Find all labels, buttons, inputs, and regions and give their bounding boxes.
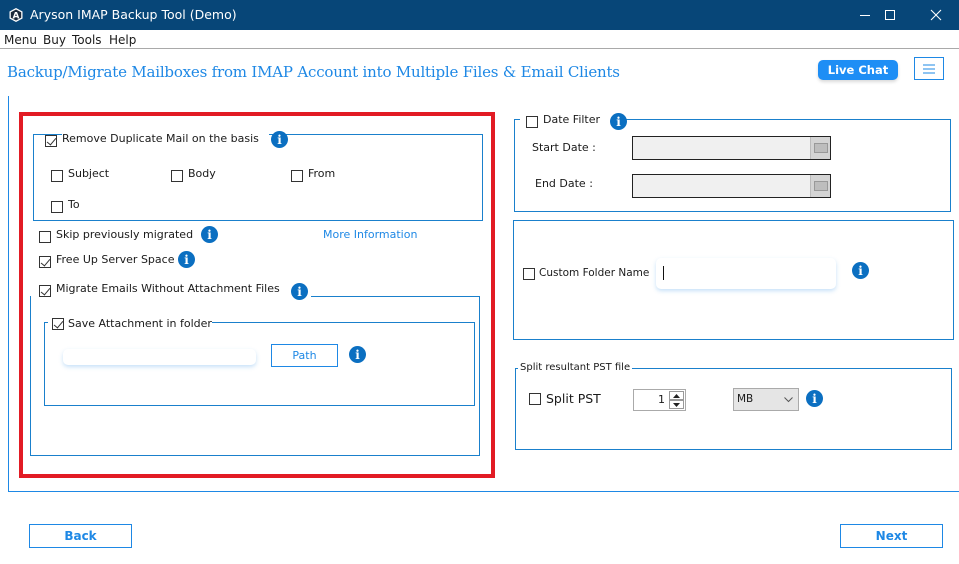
window-title: Aryson IMAP Backup Tool (Demo) (30, 7, 237, 22)
title-bar: A Aryson IMAP Backup Tool (Demo) (0, 0, 959, 30)
menu-item-help[interactable]: Help (109, 33, 136, 47)
skip-migrated-label: Skip previously migrated (56, 228, 194, 241)
next-button[interactable]: Next (840, 524, 943, 548)
split-unit-value: MB (737, 393, 754, 405)
spin-up-button[interactable] (669, 391, 684, 400)
subject-label: Subject (68, 167, 110, 180)
back-button[interactable]: Back (29, 524, 132, 548)
split-unit-select[interactable]: MB (733, 388, 799, 411)
info-icon[interactable]: i (271, 131, 288, 148)
arrow-down-icon (673, 402, 680, 407)
skip-migrated-checkbox[interactable] (39, 231, 51, 243)
svg-text:A: A (13, 12, 20, 22)
menu-bar: Menu Buy Tools Help (0, 30, 959, 49)
split-size-value: 1 (658, 393, 665, 406)
migrate-without-attachment-label: Migrate Emails Without Attachment Files (56, 282, 280, 295)
info-icon[interactable]: i (806, 390, 823, 407)
free-up-space-checkbox[interactable] (39, 256, 51, 268)
split-group-title: Split resultant PST file (518, 362, 633, 373)
live-chat-button[interactable]: Live Chat (818, 60, 898, 80)
remove-duplicate-label: Remove Duplicate Mail on the basis (62, 132, 265, 145)
info-icon[interactable]: i (610, 113, 627, 130)
more-information-link[interactable]: More Information (323, 228, 417, 241)
subject-checkbox[interactable] (51, 170, 63, 182)
chevron-down-icon (784, 397, 793, 403)
info-icon[interactable]: i (201, 226, 218, 243)
menu-item-menu[interactable]: Menu (4, 33, 37, 47)
split-size-spinner[interactable]: 1 (633, 389, 686, 411)
custom-folder-input[interactable] (656, 258, 836, 289)
remove-duplicate-checkbox[interactable] (45, 135, 57, 147)
path-button[interactable]: Path (271, 344, 338, 367)
app-logo-icon: A (9, 8, 23, 22)
body-label: Body (188, 167, 216, 180)
menu-item-tools[interactable]: Tools (72, 33, 102, 47)
custom-folder-label: Custom Folder Name (539, 267, 650, 279)
content-panel-divider (8, 491, 959, 492)
spin-down-button[interactable] (669, 400, 684, 409)
body-checkbox[interactable] (171, 170, 183, 182)
save-attachment-checkbox[interactable] (52, 318, 64, 330)
start-date-label: Start Date : (532, 141, 596, 154)
maximize-icon (885, 10, 895, 20)
hamburger-menu-button[interactable] (914, 57, 944, 80)
info-icon[interactable]: i (349, 346, 366, 363)
end-date-field[interactable] (632, 174, 831, 198)
hamburger-icon (923, 64, 935, 73)
calendar-icon[interactable] (810, 137, 830, 159)
maximize-button[interactable] (867, 0, 913, 30)
info-icon[interactable]: i (291, 283, 308, 300)
info-icon[interactable]: i (178, 251, 195, 268)
custom-folder-checkbox[interactable] (523, 268, 535, 280)
to-checkbox[interactable] (51, 201, 63, 213)
close-icon (930, 9, 942, 21)
content-panel-border (8, 96, 9, 492)
page-title: Backup/Migrate Mailboxes from IMAP Accou… (7, 63, 620, 81)
from-checkbox[interactable] (291, 170, 303, 182)
from-label: From (308, 167, 336, 180)
end-date-label: End Date : (535, 177, 593, 190)
menu-item-buy[interactable]: Buy (43, 33, 66, 47)
migrate-without-attachment-checkbox[interactable] (39, 285, 51, 297)
arrow-up-icon (673, 393, 680, 398)
date-filter-group (514, 119, 951, 212)
split-pst-checkbox[interactable] (529, 393, 541, 405)
attachment-path-input[interactable] (63, 349, 256, 365)
free-up-space-label: Free Up Server Space (56, 253, 175, 266)
to-label: To (68, 198, 80, 211)
date-filter-checkbox[interactable] (526, 116, 538, 128)
close-button[interactable] (913, 0, 959, 30)
info-icon[interactable]: i (852, 262, 869, 279)
date-filter-label: Date Filter (543, 113, 601, 126)
start-date-field[interactable] (632, 136, 831, 160)
calendar-icon[interactable] (810, 175, 830, 197)
split-pst-label: Split PST (546, 391, 601, 406)
text-cursor (663, 266, 664, 280)
save-attachment-label: Save Attachment in folder (68, 317, 212, 330)
